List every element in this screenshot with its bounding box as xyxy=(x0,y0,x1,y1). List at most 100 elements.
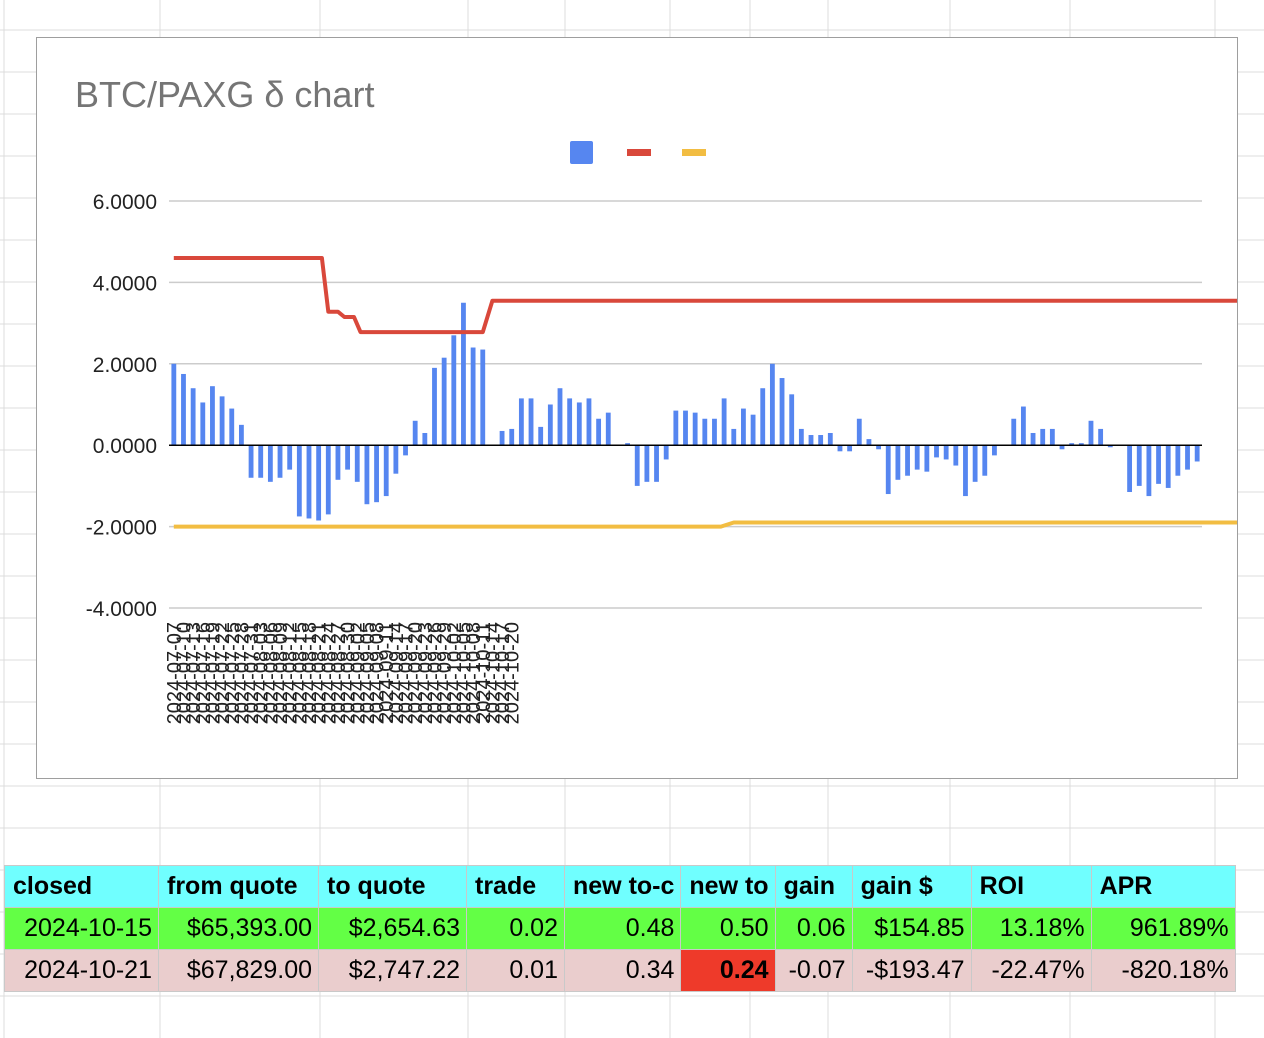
bar xyxy=(1165,445,1171,488)
cell-trade[interactable]: 0.02 xyxy=(466,907,565,950)
bar xyxy=(818,435,824,446)
cell-closed[interactable]: 2024-10-21 xyxy=(4,949,159,992)
bar xyxy=(528,398,534,446)
bar xyxy=(441,357,447,446)
bar xyxy=(567,398,573,446)
cell-new-to-c[interactable]: 0.34 xyxy=(563,949,682,992)
header-new-to[interactable]: new to xyxy=(680,865,776,908)
bar xyxy=(335,445,341,480)
bar xyxy=(837,445,843,452)
cell-new-to[interactable]: 0.50 xyxy=(680,907,776,950)
y-tick-label: 2.0000 xyxy=(93,354,157,377)
bar xyxy=(190,388,196,446)
bar xyxy=(354,445,360,482)
bar xyxy=(885,445,891,495)
cell-new-to-c[interactable]: 0.48 xyxy=(563,907,682,950)
header-to-quote[interactable]: to quote xyxy=(318,865,467,908)
bar xyxy=(412,420,418,446)
cell-from-quote[interactable]: $65,393.00 xyxy=(158,907,319,950)
cell-gain[interactable]: 0.06 xyxy=(774,907,853,950)
bar xyxy=(480,349,486,446)
bar xyxy=(808,435,814,446)
bar xyxy=(769,363,775,446)
legend-swatch-lower xyxy=(682,149,706,156)
cell-trade[interactable]: 0.01 xyxy=(466,949,565,992)
bar xyxy=(798,428,804,446)
bar xyxy=(393,445,399,474)
bar xyxy=(683,410,688,446)
upper-threshold-line xyxy=(173,256,1237,335)
header-roi[interactable]: ROI xyxy=(970,865,1092,908)
cell-gain-dollar[interactable]: -$193.47 xyxy=(851,949,972,992)
cell-apr[interactable]: -820.18% xyxy=(1090,949,1236,992)
bar xyxy=(461,302,466,446)
bar xyxy=(557,388,563,446)
bar xyxy=(692,412,698,446)
y-tick-label: -4.0000 xyxy=(86,598,157,621)
bar xyxy=(1011,418,1017,446)
chart-container[interactable]: BTC/PAXG δ chart 6.0000 4.0000 2.0000 0.000… xyxy=(36,37,1238,779)
bar xyxy=(1175,445,1181,476)
bar xyxy=(750,414,756,446)
cell-to-quote[interactable]: $2,654.63 xyxy=(318,907,467,950)
bar xyxy=(1030,432,1036,446)
bar xyxy=(403,445,408,456)
bar xyxy=(760,388,766,446)
bar xyxy=(712,418,717,446)
header-closed[interactable]: closed xyxy=(4,865,159,908)
bar xyxy=(586,398,592,446)
y-tick-label: 4.0000 xyxy=(93,272,157,295)
bar xyxy=(374,445,379,503)
bar xyxy=(1020,406,1026,446)
bar xyxy=(1049,428,1055,446)
header-trade[interactable]: trade xyxy=(466,865,565,908)
bar xyxy=(953,445,959,466)
header-gain-dollar[interactable]: gain $ xyxy=(851,865,972,908)
cell-closed[interactable]: 2024-10-15 xyxy=(4,907,159,950)
chart-plot: 6.0000 4.0000 2.0000 0.0000 -2.0000 -4.0000 20… xyxy=(86,141,1237,724)
bar xyxy=(1194,445,1200,462)
bar xyxy=(200,402,206,446)
bar xyxy=(345,445,351,470)
bar xyxy=(451,335,457,446)
bar xyxy=(905,445,910,476)
header-gain[interactable]: gain xyxy=(774,865,853,908)
cell-new-to[interactable]: 0.24 xyxy=(680,949,776,992)
header-new-to-c[interactable]: new to-c xyxy=(563,865,682,908)
table-row: 2024-10-21 $67,829.00 $2,747.22 0.01 0.3… xyxy=(4,949,1236,992)
bar xyxy=(1146,445,1152,497)
header-apr[interactable]: APR xyxy=(1090,865,1236,908)
bar xyxy=(248,445,254,478)
bar xyxy=(210,386,215,446)
data-table: closed from quote to quote trade new to-… xyxy=(4,865,1236,992)
bar xyxy=(943,445,949,460)
bar xyxy=(1098,428,1104,446)
bar xyxy=(895,445,901,480)
bar xyxy=(287,445,293,470)
bar xyxy=(432,367,437,446)
bar xyxy=(972,445,978,482)
bar xyxy=(181,373,186,446)
bar xyxy=(702,418,708,446)
cell-apr[interactable]: 961.89% xyxy=(1090,907,1236,950)
cell-gain[interactable]: -0.07 xyxy=(774,949,853,992)
cell-gain-dollar[interactable]: $154.85 xyxy=(851,907,972,950)
bar xyxy=(982,445,988,476)
bar xyxy=(547,404,553,446)
cell-roi[interactable]: -22.47% xyxy=(970,949,1092,992)
bar xyxy=(219,396,225,446)
cell-roi[interactable]: 13.18% xyxy=(970,907,1092,950)
cell-to-quote[interactable]: $2,747.22 xyxy=(318,949,467,992)
bar xyxy=(1156,445,1161,484)
bar xyxy=(663,445,669,460)
bar xyxy=(934,445,939,458)
bar xyxy=(1185,445,1190,470)
bar xyxy=(576,402,582,446)
cell-from-quote[interactable]: $67,829.00 xyxy=(158,949,319,992)
bar xyxy=(856,418,862,446)
bar xyxy=(789,394,795,446)
bar xyxy=(731,428,737,446)
bar xyxy=(721,398,727,446)
bar xyxy=(229,408,235,446)
header-from-quote[interactable]: from quote xyxy=(158,865,319,908)
